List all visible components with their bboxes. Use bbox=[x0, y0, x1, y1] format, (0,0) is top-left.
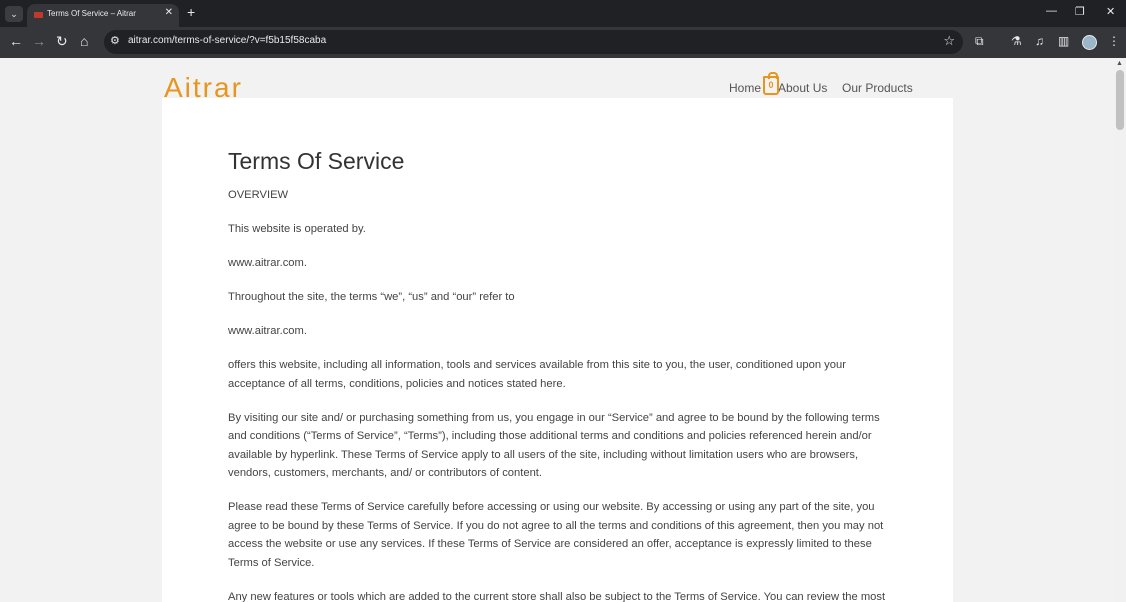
back-icon[interactable]: ← bbox=[9, 33, 23, 49]
tab-close-icon[interactable]: ✕ bbox=[165, 7, 173, 18]
site-logo[interactable]: Aitrar bbox=[163, 71, 253, 101]
paragraph: www.aitrar.com. bbox=[228, 325, 307, 337]
minimize-icon[interactable]: — bbox=[1046, 5, 1057, 17]
media-controls-icon[interactable]: ♫ bbox=[1035, 34, 1044, 48]
paragraph: Any new features or tools which are adde… bbox=[228, 590, 886, 602]
labs-flask-icon[interactable]: ⚗ bbox=[1011, 34, 1022, 48]
tab-active[interactable]: Terms Of Service – Aitrar ✕ bbox=[27, 4, 179, 27]
nav-link-our-products[interactable]: Our Products bbox=[842, 81, 913, 95]
restore-icon[interactable]: ❐ bbox=[1075, 5, 1085, 18]
window-close-icon[interactable]: ✕ bbox=[1106, 5, 1115, 18]
address-bar[interactable]: ⚙ aitrar.com/terms-of-service/?v=f5b15f5… bbox=[104, 30, 963, 54]
shopping-bag-icon bbox=[768, 72, 778, 79]
svg-text:Aitrar: Aitrar bbox=[164, 72, 243, 101]
home-icon[interactable]: ⌂ bbox=[80, 33, 88, 49]
overview-heading: OVERVIEW bbox=[228, 189, 289, 201]
cart-button[interactable]: 0 bbox=[763, 72, 779, 95]
url-text[interactable]: aitrar.com/terms-of-service/?v=f5b15f58c… bbox=[128, 35, 326, 46]
extensions-icon[interactable]: ⧉ bbox=[975, 34, 984, 49]
paragraph: offers this website, including all infor… bbox=[228, 359, 846, 390]
page-title: Terms Of Service bbox=[228, 148, 405, 174]
site-info-icon[interactable]: ⚙ bbox=[110, 34, 120, 47]
reload-icon[interactable]: ↻ bbox=[56, 33, 68, 50]
forward-icon[interactable]: → bbox=[32, 33, 46, 49]
tab-strip: ⌄ Terms Of Service – Aitrar ✕ + — ❐ ✕ bbox=[0, 0, 1126, 27]
tab-search-chevron-icon[interactable]: ⌄ bbox=[5, 6, 23, 22]
article-body: Terms Of Service OVERVIEW This website i… bbox=[228, 146, 888, 602]
browser-menu-icon[interactable]: ⋮ bbox=[1108, 34, 1120, 48]
paragraph: This website is operated by. bbox=[228, 223, 366, 235]
nav-link-home[interactable]: Home bbox=[729, 81, 761, 95]
bookmark-star-icon[interactable]: ☆ bbox=[943, 33, 955, 49]
paragraph: By visiting our site and/ or purchasing … bbox=[228, 411, 880, 480]
new-tab-button[interactable]: + bbox=[187, 4, 195, 20]
tab-title: Terms Of Service – Aitrar bbox=[47, 9, 136, 18]
browser-toolbar: ← → ↻ ⌂ ⚙ aitrar.com/terms-of-service/?v… bbox=[0, 27, 1126, 58]
side-panel-icon[interactable]: ▥ bbox=[1058, 34, 1069, 48]
site-favicon-icon bbox=[34, 12, 43, 18]
page-viewport: Aitrar Home About Us Our Products 0 Term… bbox=[0, 58, 1114, 602]
scroll-up-arrow-icon[interactable]: ▲ bbox=[1116, 60, 1123, 67]
paragraph: Throughout the site, the terms “we”, “us… bbox=[228, 291, 515, 303]
content-card: Terms Of Service OVERVIEW This website i… bbox=[162, 98, 953, 602]
nav-link-about-us[interactable]: About Us bbox=[778, 81, 827, 95]
paragraph: www.aitrar.com. bbox=[228, 257, 307, 269]
page-scrollbar[interactable]: ▲ bbox=[1114, 58, 1126, 602]
profile-avatar[interactable] bbox=[1082, 35, 1097, 50]
site-header: Aitrar Home About Us Our Products bbox=[162, 58, 953, 101]
cart-count-badge: 0 bbox=[768, 80, 774, 90]
scroll-thumb[interactable] bbox=[1116, 70, 1124, 130]
paragraph: Please read these Terms of Service caref… bbox=[228, 501, 884, 569]
